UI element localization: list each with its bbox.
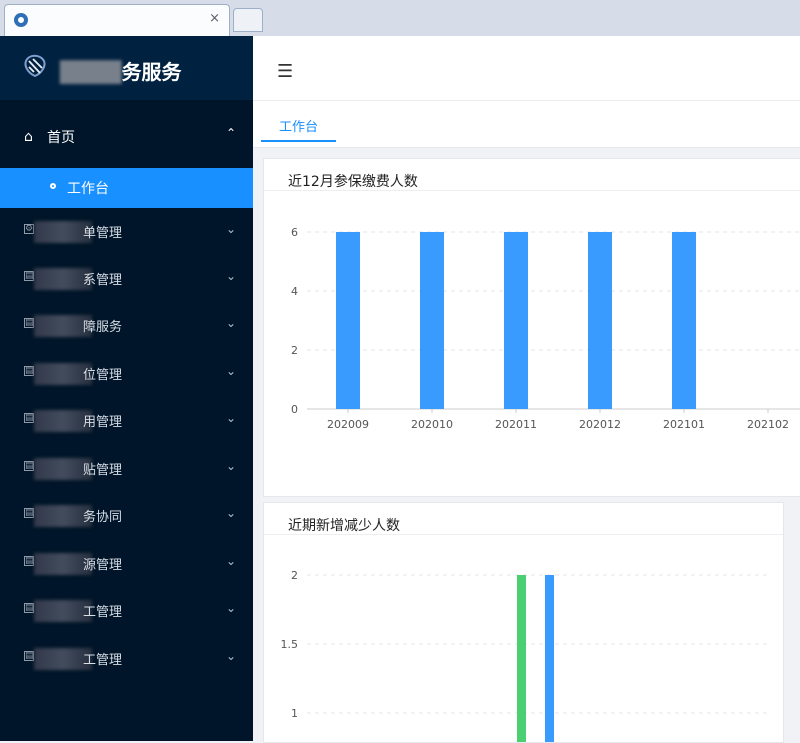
sidebar-item-label: 贴管理 [83,463,123,478]
sidebar-item-5[interactable]: ▤ 用管理 ⌄ [0,398,253,445]
chart-card-recent-change: 近期新增减少人数 1 1.5 2 [263,502,784,743]
sidebar-item-home[interactable]: ⌂ 首页 ⌃ [0,100,253,169]
sidebar-item-label: 工作台 [67,181,109,197]
sidebar-item-4[interactable]: ▤ 位管理 ⌄ [0,351,253,398]
sidebar-item-label: 首页 [47,130,75,146]
x-tick-label: 202102 [747,418,789,431]
sidebar-item-10[interactable]: ▤ 工管理 ⌄ [0,636,253,683]
x-tick-label: 202010 [411,418,453,431]
document-icon: ▤ [24,508,34,518]
sidebar-item-3[interactable]: ▤ 障服务 ⌄ [0,303,253,350]
chevron-down-icon: ⌄ [226,222,237,236]
logo-icon [24,54,46,77]
browser-tab-strip: × [0,0,800,37]
sidebar-item-7[interactable]: ▤ 务协同 ⌄ [0,493,253,540]
sidebar-item-label: 务协同 [83,510,123,525]
gear-icon: ⚙ [24,224,34,234]
y-tick-label: 6 [291,226,298,239]
sidebar-item-label: 障服务 [83,320,123,335]
chevron-down-icon: ⌄ [226,601,237,615]
x-tick-label: 202012 [579,418,621,431]
tab-workbench[interactable]: 工作台 [261,116,336,142]
page-tabs: 工作台 [253,101,800,148]
document-icon: ▤ [24,366,34,376]
document-icon: ▤ [24,461,34,471]
close-tab-icon[interactable]: × [209,11,220,26]
sidebar-item-label: 用管理 [83,415,123,430]
chevron-down-icon: ⌄ [226,554,237,568]
sidebar-item-label: 源管理 [83,558,123,573]
y-tick-label: 0 [291,403,298,416]
bar-202101 [672,232,696,409]
chevron-up-icon: ⌃ [226,126,237,140]
app-title-redacted: ████ [60,60,122,84]
y-tick-label: 2 [291,569,298,582]
insured-payers-bar-chart: 0 2 4 6 202009 202010 202011 202012 202101 202102 [291,226,800,431]
sidebar: ████务服务 ⌂ 首页 ⌃ 工作台 ⚙ 单管理 ⌄ ▤ 系管理 ⌄ ▤ 障服务… [0,36,253,741]
y-tick-label: 1 [291,707,298,720]
document-icon: ▤ [24,413,34,423]
new-tab-button[interactable] [233,8,263,32]
chevron-down-icon: ⌄ [226,506,237,520]
sidebar-item-1[interactable]: ⚙ 单管理 ⌄ [0,209,253,256]
chevron-down-icon: ⌄ [226,459,237,473]
sidebar-item-label: 位管理 [83,368,123,383]
logo-area: ████务服务 [0,36,253,100]
sidebar-item-label: 单管理 [83,226,123,241]
menu-collapse-icon[interactable]: ☰ [277,61,293,82]
x-tick-label: 202009 [327,418,369,431]
chevron-down-icon: ⌄ [226,316,237,330]
bar-series-1 [517,575,526,742]
home-icon: ⌂ [24,129,33,145]
sidebar-item-8[interactable]: ▤ 源管理 ⌄ [0,541,253,588]
chevron-down-icon: ⌄ [226,411,237,425]
sidebar-item-label: 系管理 [83,273,123,288]
chart-card-insured-payers: 近12月参保缴费人数 0 2 4 6 202009 202010 202011 202012 2… [263,158,800,497]
x-tick-label: 202101 [663,418,705,431]
y-tick-label: 4 [291,285,298,298]
document-icon: ▤ [24,603,34,613]
chevron-down-icon: ⌄ [226,364,237,378]
bar-series-2 [545,575,554,742]
sidebar-item-6[interactable]: ▤ 贴管理 ⌄ [0,446,253,493]
bar-202011 [504,232,528,409]
sidebar-item-workbench[interactable]: 工作台 [0,168,253,208]
bar-202009 [336,232,360,409]
sidebar-item-9[interactable]: ▤ 工管理 ⌄ [0,588,253,635]
app-title: ████务服务 [60,56,182,85]
workbench-dot-icon [50,183,56,189]
browser-tab[interactable]: × [4,4,230,36]
document-icon: ▤ [24,556,34,566]
document-icon: ▤ [24,271,34,281]
y-tick-label: 2 [291,344,298,357]
sidebar-item-label: 工管理 [83,605,123,620]
chevron-down-icon: ⌄ [226,269,237,283]
recent-change-bar-chart: 11.52 [281,569,769,742]
y-tick-label: 1.5 [281,638,299,651]
chevron-down-icon: ⌄ [226,649,237,663]
bar-202010 [420,232,444,409]
bar-202012 [588,232,612,409]
x-tick-label: 202011 [495,418,537,431]
top-header: ☰ [253,36,800,101]
app-title-visible: 务服务 [121,60,182,84]
site-favicon-icon [14,13,28,27]
sidebar-item-2[interactable]: ▤ 系管理 ⌄ [0,256,253,303]
sidebar-item-label: 工管理 [83,653,123,668]
document-icon: ▤ [24,651,34,661]
document-icon: ▤ [24,318,34,328]
